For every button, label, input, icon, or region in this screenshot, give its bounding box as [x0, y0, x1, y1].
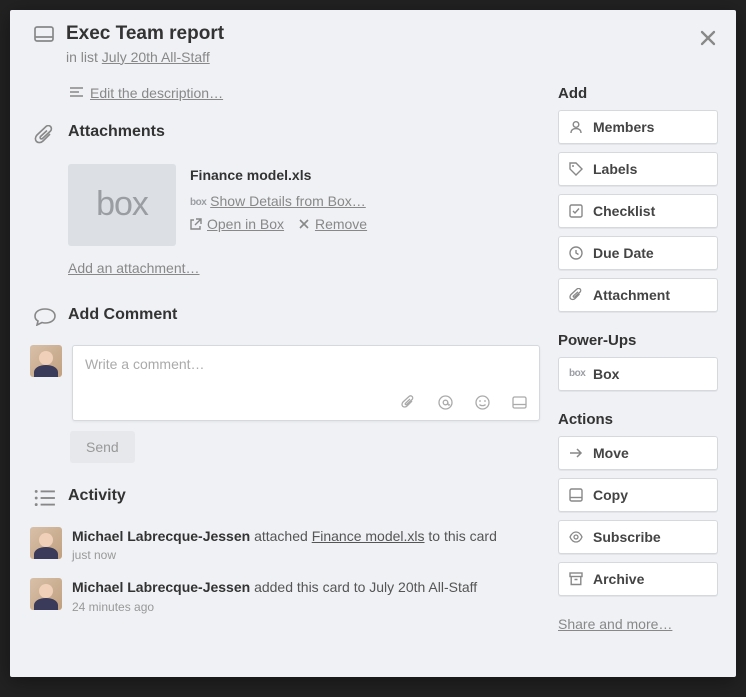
tag-icon: [569, 162, 583, 176]
comment-placeholder: Write a comment…: [85, 356, 527, 372]
user-avatar[interactable]: [30, 345, 62, 377]
attachments-heading: Attachments: [68, 123, 165, 141]
attachment-button[interactable]: Attachment: [558, 278, 718, 312]
activity-heading: Activity: [68, 487, 126, 505]
sidebar-add-title: Add: [558, 85, 718, 102]
box-powerup-button[interactable]: box Box: [558, 357, 718, 391]
due-date-button[interactable]: Due Date: [558, 236, 718, 270]
person-icon: [569, 120, 583, 134]
attachment-item: box Finance model.xls box Show Details f…: [68, 164, 540, 246]
sidebar-actions-title: Actions: [558, 411, 718, 428]
archive-button[interactable]: Archive: [558, 562, 718, 596]
activity-item: Michael Labrecque-Jessen added this card…: [28, 578, 540, 614]
open-in-box-link[interactable]: Open in Box: [190, 213, 284, 236]
activity-timestamp: just now: [72, 548, 497, 562]
card-title[interactable]: Exec Team report: [66, 22, 224, 47]
card-header: Exec Team report in list July 20th All-S…: [28, 22, 718, 65]
attachment-thumbnail[interactable]: box: [68, 164, 176, 246]
speech-bubble-icon: [34, 308, 56, 331]
send-comment-button[interactable]: Send: [70, 431, 135, 463]
box-logo-icon: box: [190, 195, 206, 212]
members-button[interactable]: Members: [558, 110, 718, 144]
checkbox-icon: [569, 204, 583, 218]
copy-icon: [569, 488, 583, 502]
share-more-link[interactable]: Share and more…: [558, 616, 718, 632]
external-link-icon: [190, 218, 202, 230]
list-link[interactable]: July 20th All-Staff: [102, 49, 210, 65]
main-column: Edit the description… Attachments box Fi…: [28, 85, 540, 632]
comment-input[interactable]: Write a comment…: [72, 345, 540, 421]
emoji-icon[interactable]: [475, 395, 490, 410]
mention-icon[interactable]: [438, 395, 453, 410]
remove-attachment-link[interactable]: Remove: [298, 213, 367, 236]
checklist-button[interactable]: Checklist: [558, 194, 718, 228]
card-location: in list July 20th All-Staff: [66, 49, 224, 65]
activity-avatar[interactable]: [30, 527, 62, 559]
eye-icon: [569, 530, 583, 544]
box-logo-icon: box: [569, 368, 583, 379]
paperclip-icon: [34, 125, 56, 150]
card-modal: Exec Team report in list July 20th All-S…: [10, 10, 736, 677]
activity-timestamp: 24 minutes ago: [72, 600, 477, 614]
activity-object-link[interactable]: Finance model.xls: [312, 528, 425, 544]
activity-actor[interactable]: Michael Labrecque-Jessen: [72, 579, 250, 595]
list-icon: [34, 488, 56, 513]
archive-icon: [569, 572, 583, 586]
attachments-section-header: Attachments: [28, 123, 540, 150]
sidebar: Add Members Labels Checklist Due Date: [558, 85, 718, 632]
attachment-filename: Finance model.xls: [190, 164, 367, 187]
show-details-link[interactable]: Show Details from Box…: [210, 190, 366, 213]
comment-section-header: Add Comment: [28, 306, 540, 331]
close-button[interactable]: [692, 22, 724, 54]
activity-item: Michael Labrecque-Jessen attached Financ…: [28, 527, 540, 563]
card-icon: [34, 26, 54, 47]
align-left-icon: [70, 87, 83, 98]
copy-button[interactable]: Copy: [558, 478, 718, 512]
arrow-right-icon: [569, 446, 583, 460]
move-button[interactable]: Move: [558, 436, 718, 470]
activity-avatar[interactable]: [30, 578, 62, 610]
x-icon: [298, 218, 310, 230]
paperclip-icon: [569, 288, 583, 302]
activity-section-header: Activity: [28, 487, 540, 513]
subscribe-button[interactable]: Subscribe: [558, 520, 718, 554]
clock-icon: [569, 246, 583, 260]
card-link-icon[interactable]: [512, 395, 527, 410]
attach-icon[interactable]: [401, 395, 416, 410]
activity-actor[interactable]: Michael Labrecque-Jessen: [72, 528, 250, 544]
add-comment-heading: Add Comment: [68, 306, 177, 324]
add-attachment-link[interactable]: Add an attachment…: [68, 260, 200, 276]
edit-description-link[interactable]: Edit the description…: [70, 85, 223, 101]
labels-button[interactable]: Labels: [558, 152, 718, 186]
sidebar-powerups-title: Power-Ups: [558, 332, 718, 349]
